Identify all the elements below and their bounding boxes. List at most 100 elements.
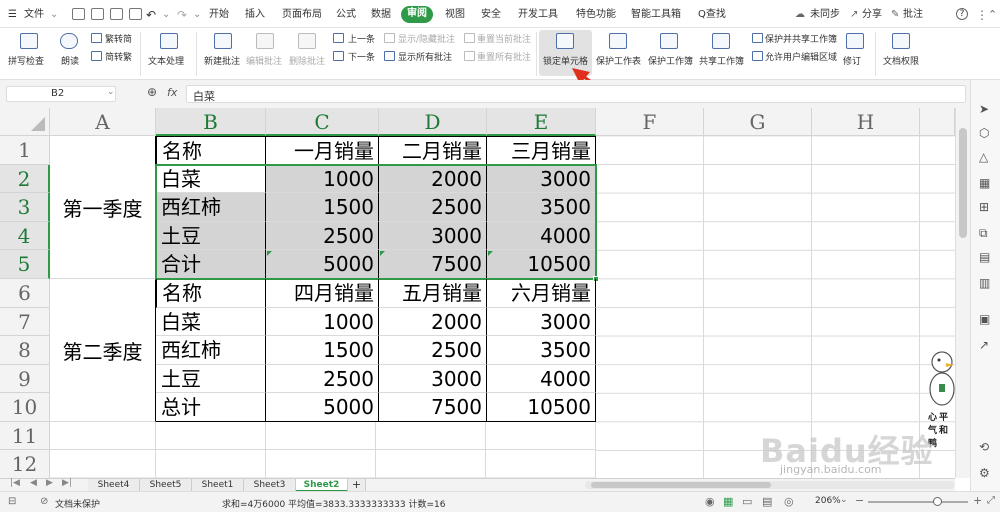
h-scrollbar-thumb[interactable] (591, 482, 771, 488)
cell-e10[interactable]: 10500 (487, 393, 596, 422)
save-icon[interactable] (72, 8, 85, 20)
column-header-b[interactable]: B (156, 108, 266, 136)
tab-view[interactable]: 视图 (445, 7, 465, 23)
cell-c7[interactable]: 1000 (266, 308, 379, 336)
protect-share-workbook-button[interactable]: 保护并共享工作簿 (765, 32, 837, 45)
row-header-4[interactable]: 4 (0, 222, 50, 250)
vertical-scrollbar[interactable] (955, 108, 970, 478)
cell-b1[interactable]: 名称 (156, 136, 266, 165)
tab-insert[interactable]: 插入 (245, 7, 265, 23)
cell-c2[interactable]: 1000 (266, 165, 379, 193)
share-button[interactable]: 分享 (862, 7, 882, 23)
formula-input[interactable]: 白菜 (186, 85, 966, 103)
cell-c3[interactable]: 1500 (266, 193, 379, 222)
cell-c1[interactable]: 一月销量 (266, 136, 379, 165)
chart-icon[interactable]: ▤ (979, 250, 990, 264)
row-header-7[interactable]: 7 (0, 308, 50, 336)
table-icon[interactable]: ▦ (979, 176, 990, 190)
customize-icon[interactable]: ⌄ (193, 7, 201, 23)
trad-to-simp-button[interactable]: 繁转简 (105, 32, 132, 45)
protect-workbook-button[interactable]: 保护工作簿 (648, 54, 693, 67)
revise-button[interactable]: 修订 (843, 54, 861, 67)
row-header-2[interactable]: 2 (0, 165, 50, 193)
read-mode-icon[interactable]: ◎ (784, 495, 794, 508)
tab-home[interactable]: 开始 (209, 7, 229, 23)
column-header-a[interactable]: A (50, 108, 156, 136)
new-comment-button[interactable]: 新建批注 (204, 54, 240, 67)
delete-comment-button[interactable]: 删除批注 (289, 54, 325, 67)
hamburger-icon[interactable]: ☰ (8, 7, 17, 23)
cell-d9[interactable]: 3000 (379, 365, 487, 393)
shape-icon[interactable]: ⬡ (979, 126, 989, 140)
cell-c8[interactable]: 1500 (266, 336, 379, 365)
cell-c9[interactable]: 2500 (266, 365, 379, 393)
cell-b4[interactable]: 土豆 (156, 222, 266, 250)
settings-icon[interactable]: ⚙ (979, 466, 990, 480)
search-box[interactable]: Q查找 (698, 7, 726, 23)
redo-icon[interactable]: ↷ (177, 7, 187, 23)
next-button[interactable]: 下一条 (348, 50, 375, 63)
undo-icon[interactable]: ↶ (146, 7, 156, 23)
protect-status[interactable]: 文档未保护 (55, 497, 100, 510)
column-header-i[interactable] (920, 108, 955, 136)
column-header-e[interactable]: E (487, 108, 596, 136)
tab-first-icon[interactable]: |◀ (10, 478, 20, 488)
cell-b7[interactable]: 白菜 (156, 308, 266, 336)
filter-icon[interactable]: ▣ (979, 312, 990, 326)
horizontal-scrollbar[interactable] (585, 481, 955, 489)
name-box[interactable]: B2 ⌄ (6, 86, 116, 102)
doc-permission-button[interactable]: 文档权限 (883, 54, 919, 67)
row-header-3[interactable]: 3 (0, 193, 50, 222)
cell-e1[interactable]: 三月销量 (487, 136, 596, 165)
cell-e8[interactable]: 3500 (487, 336, 596, 365)
prev-button[interactable]: 上一条 (348, 32, 375, 45)
column-header-g[interactable]: G (704, 108, 812, 136)
column-header-f[interactable]: F (596, 108, 704, 136)
fullscreen-icon[interactable]: ⤢ (987, 495, 995, 506)
cell-e2[interactable]: 3000 (487, 165, 596, 193)
grid-icon[interactable]: ⊞ (979, 200, 989, 214)
cell-b8[interactable]: 西红柿 (156, 336, 266, 365)
export-icon[interactable]: ↗ (979, 338, 989, 352)
tab-features[interactable]: 特色功能 (576, 7, 616, 23)
spell-check-button[interactable]: 拼写检查 (8, 54, 44, 67)
preview-icon[interactable] (129, 8, 142, 20)
cell-c6[interactable]: 四月销量 (266, 279, 379, 308)
cell-c5[interactable]: 5000 (266, 250, 379, 279)
cell-e6[interactable]: 六月销量 (487, 279, 596, 308)
data-icon[interactable]: ▥ (979, 276, 990, 290)
cell-b3[interactable]: 西红柿 (156, 193, 266, 222)
row-header-5[interactable]: 5 (0, 250, 50, 279)
allow-edit-ranges-button[interactable]: 允许用户编辑区域 (765, 50, 837, 63)
menu-file[interactable]: 文件 (24, 7, 44, 23)
column-header-d[interactable]: D (379, 108, 487, 136)
merged-cell-q2[interactable]: 第二季度 (50, 279, 156, 422)
row-header-8[interactable]: 8 (0, 336, 50, 365)
tab-last-icon[interactable]: ▶| (62, 478, 72, 488)
tab-security[interactable]: 安全 (481, 7, 501, 23)
cell-b10[interactable]: 总计 (156, 393, 266, 422)
tab-developer[interactable]: 开发工具 (518, 7, 558, 23)
read-aloud-button[interactable]: 朗读 (61, 54, 79, 67)
tab-page-layout[interactable]: 页面布局 (282, 7, 322, 23)
tab-smart-tools[interactable]: 智能工具箱 (631, 7, 681, 23)
tab-prev-icon[interactable]: ◀ (30, 478, 37, 488)
cell-d8[interactable]: 2500 (379, 336, 487, 365)
help-icon[interactable]: ? (956, 8, 968, 20)
cell-e5[interactable]: 10500 (487, 250, 596, 279)
cell-c4[interactable]: 2500 (266, 222, 379, 250)
cursor-icon[interactable]: ➤ (979, 102, 989, 116)
reset-all-comments-button[interactable]: 重置所有批注 (477, 50, 531, 63)
cell-c10[interactable]: 5000 (266, 393, 379, 422)
tab-data[interactable]: 数据 (371, 7, 391, 23)
cell-d7[interactable]: 2000 (379, 308, 487, 336)
spreadsheet-grid[interactable]: A B C D E F G H 1 2 3 4 5 6 7 8 9 10 11 … (0, 108, 955, 478)
show-all-comments-button[interactable]: 显示所有批注 (398, 50, 452, 63)
export-icon[interactable] (91, 8, 104, 20)
page-layout-view-icon[interactable]: ▭ (742, 495, 752, 508)
zoom-search-icon[interactable]: ⊕ (147, 85, 157, 99)
cell-e3[interactable]: 3500 (487, 193, 596, 222)
row-header-1[interactable]: 1 (0, 136, 50, 165)
more-icon[interactable]: ⋮ (976, 7, 988, 23)
comment-button[interactable]: 批注 (903, 7, 923, 23)
